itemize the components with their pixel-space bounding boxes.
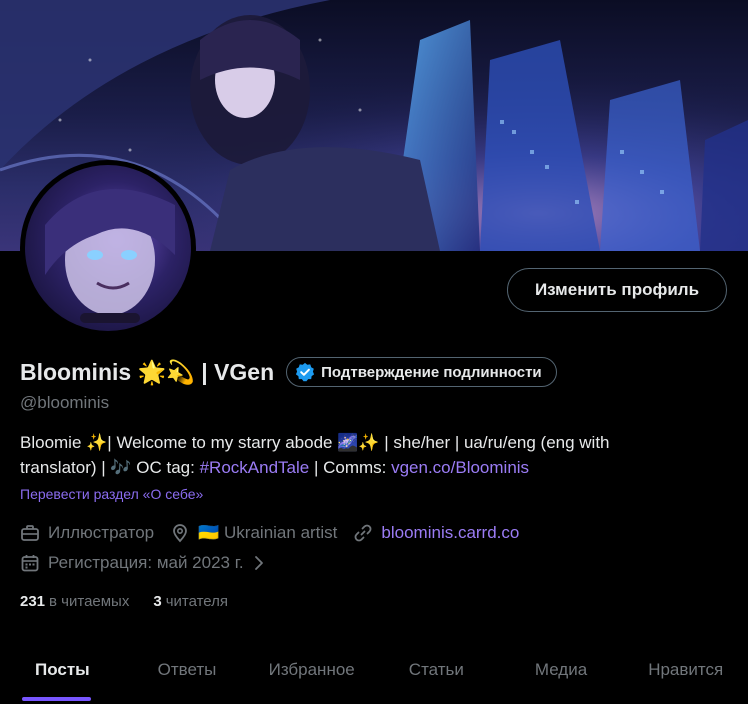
followers-count[interactable]: 3	[153, 593, 161, 610]
tab-media[interactable]: Медиа	[499, 640, 624, 700]
profession-item: Иллюстратор	[20, 523, 154, 543]
website-link[interactable]: bloominis.carrd.co	[381, 523, 519, 543]
location-pin-icon	[173, 524, 188, 543]
tab-replies[interactable]: Ответы	[125, 640, 250, 700]
active-tab-indicator	[22, 697, 91, 701]
bio-text: translator) | 🎶 OC tag:	[20, 458, 200, 477]
following-label[interactable]: в читаемых	[49, 593, 129, 610]
name-row: Bloominis 🌟💫 | VGen Подтверждение подлин…	[20, 356, 557, 388]
translate-bio-link[interactable]: Перевести раздел «О себе»	[20, 486, 203, 502]
bio-text: | Comms:	[309, 458, 392, 477]
tab-articles[interactable]: Статьи	[374, 640, 499, 700]
follow-stats: 231 в читаемых 3 читателя	[20, 593, 252, 610]
bio-line-2: translator) | 🎶 OC tag: #RockAndTale | C…	[20, 455, 720, 480]
following-count[interactable]: 231	[20, 593, 45, 610]
followers-label[interactable]: читателя	[166, 593, 228, 610]
location-item: 🇺🇦 Ukrainian artist	[170, 523, 337, 543]
avatar[interactable]	[20, 160, 196, 336]
website-item[interactable]: bloominis.carrd.co	[353, 523, 519, 543]
location-label: 🇺🇦 Ukrainian artist	[198, 523, 338, 542]
avatar-image	[25, 165, 191, 331]
verify-label: Подтверждение подлинности	[321, 363, 542, 381]
verify-identity-button[interactable]: Подтверждение подлинности	[286, 357, 557, 387]
profile-meta: Иллюстратор 🇺🇦 Ukrainian artist bloomini…	[20, 520, 535, 546]
handle: @bloominis	[20, 393, 110, 412]
briefcase-icon	[21, 525, 39, 541]
joined-label: Регистрация: май 2023 г.	[48, 553, 244, 572]
link-icon	[354, 524, 372, 542]
calendar-icon	[21, 555, 39, 572]
profession-label: Иллюстратор	[48, 523, 155, 542]
edit-profile-button[interactable]: Изменить профиль	[507, 268, 727, 312]
bio: Bloomie ✨| Welcome to my starry abode 🌌✨…	[20, 430, 720, 480]
tab-posts[interactable]: Посты	[0, 640, 125, 700]
profile-tabs: Посты Ответы Избранное Статьи Медиа Нрав…	[0, 640, 748, 704]
verified-badge-icon	[296, 362, 315, 382]
chevron-right-icon	[254, 556, 263, 570]
joined-item[interactable]: Регистрация: май 2023 г.	[20, 550, 266, 576]
tab-likes[interactable]: Нравится	[623, 640, 748, 700]
bio-line-1: Bloomie ✨| Welcome to my starry abode 🌌✨…	[20, 433, 610, 452]
tab-highlights[interactable]: Избранное	[249, 640, 374, 700]
bio-vgen-link[interactable]: vgen.co/Bloominis	[391, 458, 529, 477]
bio-hashtag-link[interactable]: #RockAndTale	[200, 458, 310, 477]
display-name: Bloominis 🌟💫 | VGen	[20, 358, 275, 385]
